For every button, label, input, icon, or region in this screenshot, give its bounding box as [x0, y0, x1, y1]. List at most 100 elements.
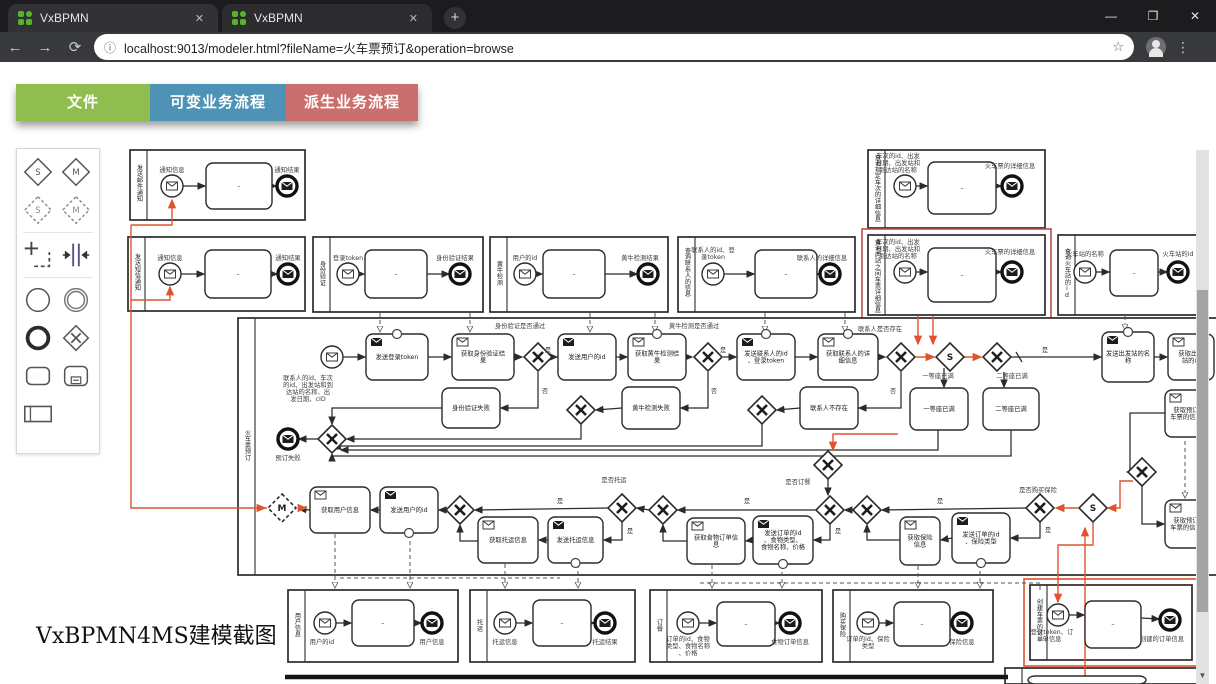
svg-text:发送短信通知: 发送短信通知	[134, 253, 141, 292]
bpmn-task[interactable]: 获取食物订单信息	[687, 518, 745, 564]
bpmn-task[interactable]: 发送托运信息	[548, 517, 603, 568]
derived-gateway-s-tool[interactable]: S	[19, 191, 57, 229]
bpmn-task[interactable]: 联系人不存在	[800, 387, 858, 429]
browser-tab-1[interactable]: VxBPMN ✕	[8, 4, 218, 32]
bpmn-task[interactable]: 身份验证失败	[442, 388, 500, 428]
bpmn-task[interactable]: –	[533, 600, 591, 646]
bpmn-task[interactable]: –	[205, 250, 271, 298]
intermediate-event-tool[interactable]	[57, 281, 95, 319]
svg-text:M: M	[72, 206, 79, 216]
tab-derived-process[interactable]: 派生业务流程	[286, 84, 418, 121]
bpmn-start-event[interactable]: 托运信息	[492, 612, 517, 646]
browser-tab-2[interactable]: VxBPMN ✕	[222, 4, 432, 32]
bpmn-start-event[interactable]: 通知信息	[157, 253, 182, 285]
bpmn-end-event[interactable]: 托运结果	[592, 613, 618, 646]
bpmn-task[interactable]: 获取联系人的详细信息	[818, 330, 878, 381]
url-text[interactable]: localhost:9013/modeler.html?fileName=火车票…	[124, 38, 1112, 57]
scrollbar-thumb[interactable]	[1197, 290, 1208, 612]
bpmn-task[interactable]: 发送联系人的id、登录token	[737, 330, 795, 381]
bpmn-task[interactable]: –	[365, 250, 427, 298]
bookmark-star-icon[interactable]: ☆	[1112, 39, 1124, 55]
svg-text:–: –	[237, 183, 240, 190]
bpmn-task[interactable]: –	[1110, 250, 1158, 296]
task-tool[interactable]	[19, 357, 57, 395]
svg-text:用户的id: 用户的id	[310, 637, 335, 646]
bpmn-task[interactable]: 获取身份验证结果	[452, 334, 514, 380]
tab-close-icon[interactable]: ✕	[405, 10, 422, 27]
svg-text:是否托运: 是否托运	[601, 475, 627, 484]
browser-menu-icon[interactable]: ⋮	[1176, 39, 1191, 56]
bpmn-task[interactable]: 发送订单的id、食物类型、食物名称、价格	[753, 516, 813, 569]
bpmn-task[interactable]: 二等座已满	[983, 388, 1039, 430]
variable-gateway-m-tool[interactable]: M	[57, 153, 95, 191]
derived-gateway-m-tool[interactable]: M	[57, 191, 95, 229]
bpmn-task[interactable]: –	[352, 600, 414, 646]
participant-tool[interactable]	[19, 395, 57, 433]
bpmn-start-event[interactable]: 用户的id	[513, 253, 538, 285]
vxbpmn-logo-icon	[232, 11, 246, 25]
bpmn-task[interactable]: –	[928, 248, 996, 302]
svg-text:黄牛检测: 黄牛检测	[496, 260, 503, 287]
bpmn-task[interactable]: –	[894, 602, 950, 646]
svg-text:二等座已满: 二等座已满	[995, 404, 1026, 413]
svg-text:是: 是	[835, 527, 842, 535]
restore-button[interactable]: ❐	[1132, 9, 1174, 23]
bpmn-task[interactable]: –	[543, 250, 605, 298]
close-button[interactable]: ✕	[1174, 9, 1216, 23]
bpmn-task[interactable]: 发送出发站的名称	[1102, 328, 1154, 383]
page-info-icon[interactable]: ⓘ	[104, 39, 116, 56]
back-icon[interactable]: ←	[0, 39, 30, 56]
bpmn-end-event[interactable]: 用户信息	[419, 613, 444, 646]
bpmn-end-event[interactable]: 预订失败	[275, 429, 301, 462]
tab-title: VxBPMN	[40, 11, 191, 25]
svg-text:用户信息: 用户信息	[419, 637, 444, 646]
space-tool[interactable]	[57, 236, 95, 274]
new-tab-button[interactable]: +	[444, 7, 466, 29]
bpmn-task[interactable]: –	[206, 163, 272, 209]
vertical-scrollbar[interactable]: ▼	[1196, 150, 1209, 684]
bpmn-task[interactable]: 发送订单的id、保险类型	[952, 513, 1010, 568]
end-event-tool[interactable]	[19, 319, 57, 357]
svg-text:创建的订单信息: 创建的订单信息	[1140, 634, 1184, 643]
minimize-button[interactable]: —	[1090, 9, 1132, 23]
bpmn-end-event[interactable]: 通知结果	[275, 253, 301, 284]
tab-title: VxBPMN	[254, 11, 405, 25]
forward-icon[interactable]: →	[30, 39, 60, 56]
svg-text:黄牛检测是否通过: 黄牛检测是否通过	[669, 321, 720, 330]
svg-text:一等座已满: 一等座已满	[922, 371, 953, 380]
profile-avatar[interactable]	[1146, 37, 1166, 57]
scrollbar-down-arrow[interactable]: ▼	[1196, 668, 1209, 684]
bpmn-end-event[interactable]: 通知结果	[274, 165, 300, 196]
bpmn-task[interactable]: 黄牛检测失败	[622, 387, 680, 429]
tab-variable-process[interactable]: 可变业务流程	[150, 84, 286, 121]
svg-text:保险信息: 保险信息	[949, 637, 974, 646]
lasso-tool[interactable]	[19, 236, 57, 274]
svg-text:一等座已满: 一等座已满	[923, 404, 954, 413]
bpmn-task[interactable]: –	[1085, 601, 1141, 648]
variable-gateway-s-tool[interactable]: S	[19, 153, 57, 191]
bpmn-task[interactable]: 发送登录token	[366, 330, 428, 381]
address-bar[interactable]: ⓘ localhost:9013/modeler.html?fileName=火…	[94, 34, 1134, 60]
bpmn-task[interactable]: 获取黄牛检测结果	[628, 330, 686, 381]
bpmn-task[interactable]: 一等座已满	[910, 388, 968, 430]
palette-divider	[23, 277, 93, 278]
bpmn-start-event[interactable]: 通知信息	[159, 165, 184, 197]
svg-text:订餐: 订餐	[656, 619, 663, 633]
bpmn-task[interactable]: 发送用户的id	[380, 487, 438, 538]
gateway-tool[interactable]	[57, 319, 95, 357]
bpmn-task[interactable]: 发送用户的id	[558, 334, 616, 380]
bpmn-task[interactable]	[1028, 676, 1146, 684]
tab-close-icon[interactable]: ✕	[191, 10, 208, 27]
tab-file[interactable]: 文件	[16, 84, 150, 121]
svg-text:查询联系人的信息: 查询联系人的信息	[684, 247, 691, 297]
bpmn-end-event[interactable]: 保险信息	[949, 613, 974, 646]
svg-text:–: –	[236, 271, 239, 278]
svg-text:–: –	[572, 271, 575, 278]
bpmn-task[interactable]: 获取保险信息	[900, 517, 940, 565]
bpmn-task[interactable]: 获取用户信息	[310, 487, 370, 533]
subprocess-tool[interactable]	[57, 357, 95, 395]
bpmn-task[interactable]: 获取托运信息	[478, 517, 538, 563]
reload-icon[interactable]: ⟳	[60, 38, 90, 56]
start-event-tool[interactable]	[19, 281, 57, 319]
bpmn-task[interactable]: –	[717, 602, 775, 646]
